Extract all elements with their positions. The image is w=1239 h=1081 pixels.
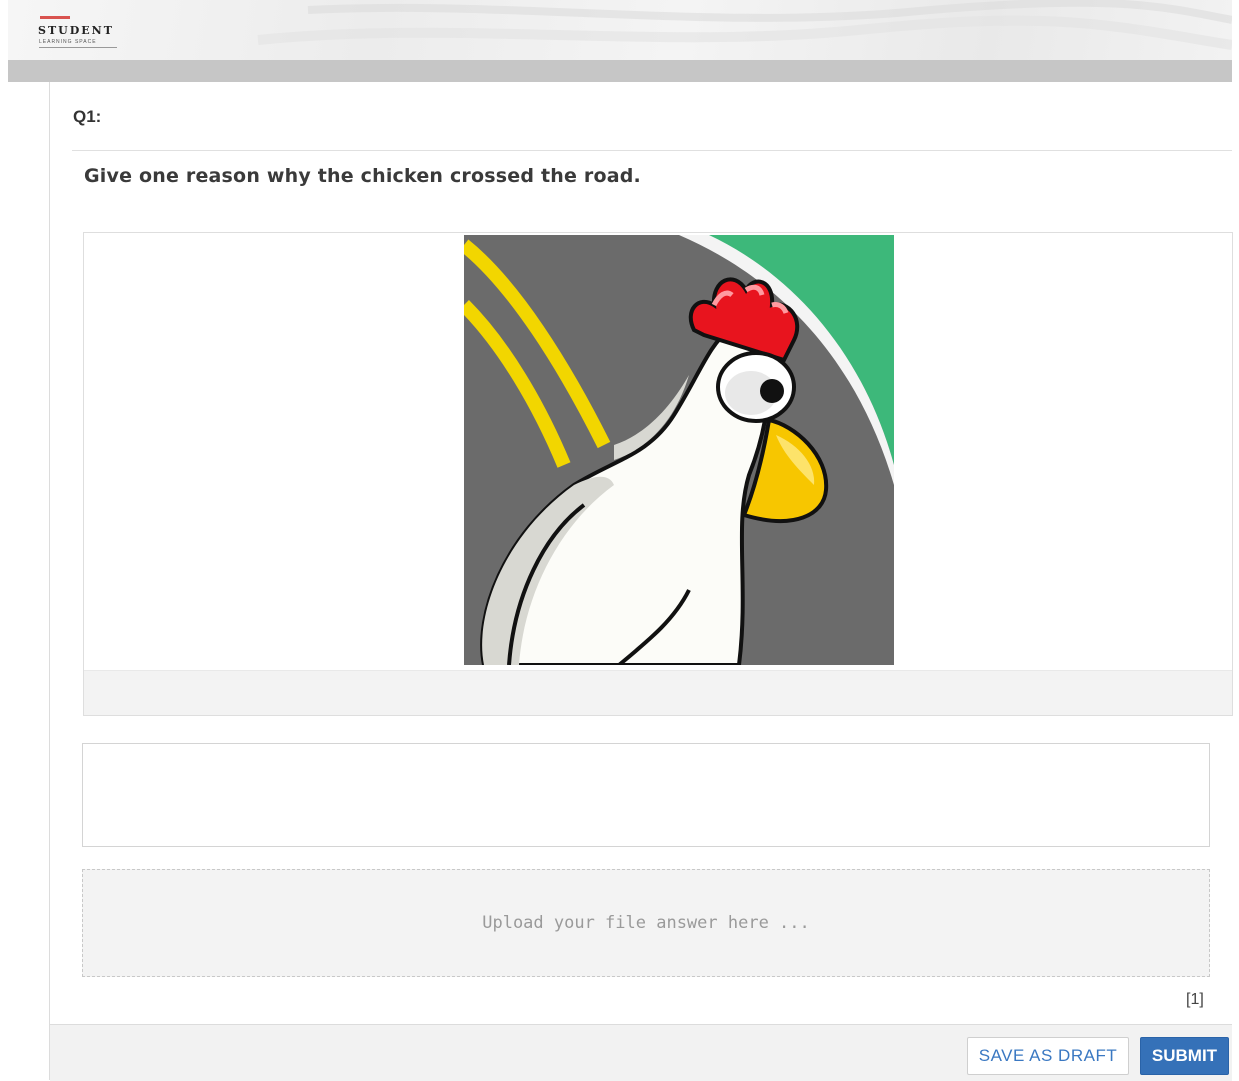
answer-input[interactable] [82, 743, 1210, 847]
question-divider [72, 150, 1232, 151]
logo-accent-bar [40, 16, 70, 19]
logo-name: STUDENT [38, 24, 114, 37]
app-header: STUDENT LEARNING SPACE [8, 0, 1232, 60]
image-caption-bar [84, 670, 1232, 715]
question-number: Q1: [73, 107, 102, 126]
header-wave-decoration [257, 0, 1232, 50]
question-text: Give one reason why the chicken crossed … [84, 165, 641, 187]
student-logo[interactable]: STUDENT LEARNING SPACE [38, 14, 128, 54]
chicken-illustration [464, 235, 894, 665]
question-marks: [1] [1186, 991, 1204, 1008]
upload-placeholder: Upload your file answer here ... [482, 913, 810, 933]
logo-subtitle: LEARNING SPACE [39, 39, 97, 45]
save-as-draft-button[interactable]: SAVE AS DRAFT [967, 1037, 1129, 1075]
action-footer: SAVE AS DRAFT SUBMIT [50, 1024, 1232, 1081]
question-image-container [83, 232, 1233, 716]
file-upload-dropzone[interactable]: Upload your file answer here ... [82, 869, 1210, 977]
logo-underline [39, 47, 117, 48]
content-left-border [49, 82, 50, 1080]
header-bar [8, 60, 1232, 82]
submit-button[interactable]: SUBMIT [1140, 1037, 1229, 1075]
